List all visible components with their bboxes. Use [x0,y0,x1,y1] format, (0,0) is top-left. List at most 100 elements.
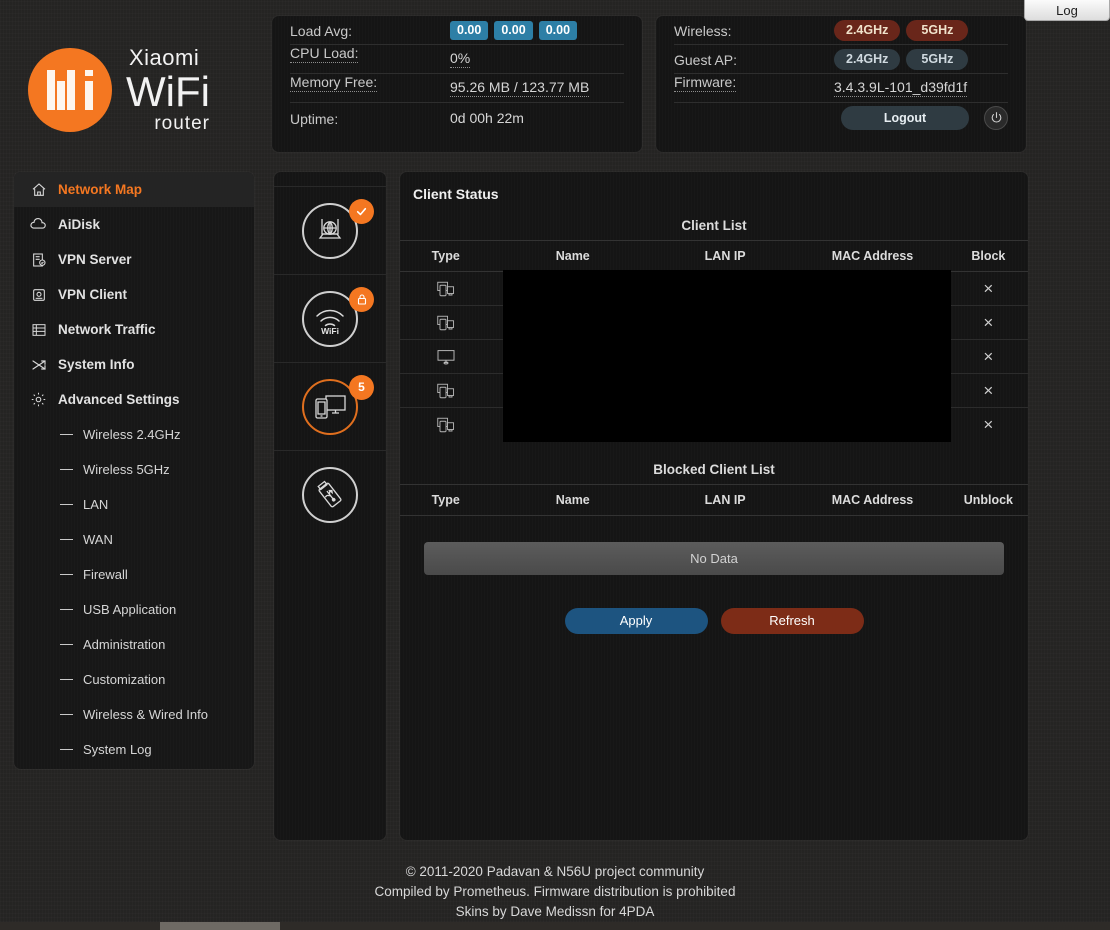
sidebar-subitem-usb-application[interactable]: USB Application [14,592,254,627]
sidebar-subitem-wireless-wired-info[interactable]: Wireless & Wired Info [14,697,254,732]
status-row-load-avg: Load Avg: 0.00 0.00 0.00 [290,16,624,45]
block-client-button[interactable]: × [948,271,1028,306]
sidebar-subitem-label: Wireless 5GHz [83,462,170,477]
wireless-band-5[interactable]: 5GHz [906,19,969,41]
status-row-uptime: Uptime: 0d 00h 22m [290,103,624,132]
table-header-row: Type Name LAN IP MAC Address Unblock [400,483,1028,516]
sidebar-subitem-firewall[interactable]: Firewall [14,557,254,592]
refresh-button[interactable]: Refresh [720,607,864,634]
guest-band-24[interactable]: 2.4GHz [834,48,901,70]
sidebar-item-vpn-server[interactable]: VPN Server [14,242,254,277]
client-list-title: Client List [681,218,747,233]
dash-icon [60,573,73,576]
table-header-row: Type Name LAN IP MAC Address Block [400,240,1028,272]
device-mobile-desktop-icon [400,315,491,331]
power-icon [991,112,1001,123]
sidebar-subitem-administration[interactable]: Administration [14,627,254,662]
scrollbar-thumb[interactable] [160,922,280,930]
cloud-icon [30,216,47,233]
footer-line-1: © 2011-2020 Padavan & N56U project commu… [405,864,705,879]
firmware-value: 3.4.3.9L-101_d39fd1f [834,79,968,97]
logout-button-label: Logout [883,110,927,125]
sidebar-subitem-customization[interactable]: Customization [14,662,254,697]
dash-icon [60,433,73,436]
sidebar-subitem-label: LAN [83,497,109,512]
cpu-load-value: 0% [450,50,471,68]
sidebar-subitem-label: Wireless & Wired Info [83,707,208,722]
col-header-unblock: Unblock [948,483,1028,516]
apply-button-label: Apply [619,613,653,628]
internet-globe-icon[interactable] [302,198,374,259]
sidebar-item-advanced-settings[interactable]: Advanced Settings [14,382,254,417]
sidebar-item-label: VPN Server [58,252,132,267]
sidebar-subitem-wireless-5[interactable]: Wireless 5GHz [14,452,254,487]
load-avg-chip-1: 0.00 [450,20,489,40]
network-map-clients-cell[interactable]: 5 [274,362,386,450]
dash-icon [60,713,73,716]
wifi-icon[interactable]: WiFi [302,286,374,347]
status-row-wireless: Wireless: 2.4GHz 5GHz [674,16,1008,45]
clients-count-badge: 5 [349,374,374,400]
log-button-label: Log [1056,2,1078,18]
clients-devices-icon[interactable]: 5 [302,374,374,435]
vpn-server-icon [30,251,47,268]
col-header-lan-ip: LAN IP [654,483,797,516]
sidebar-item-vpn-client[interactable]: VPN Client [14,277,254,312]
load-avg-label: Load Avg: [290,23,353,39]
sidebar-subitem-system-log[interactable]: System Log [14,732,254,767]
block-client-button[interactable]: × [949,408,1028,442]
footer-line-3: Skins by Dave Medissn for 4PDA [455,904,655,919]
device-mobile-desktop-icon [400,383,491,399]
sidebar-subitem-wan[interactable]: WAN [14,522,254,557]
wireless-band-24[interactable]: 2.4GHz [834,19,901,41]
sidebar-item-network-traffic[interactable]: Network Traffic [14,312,254,347]
svg-text:WiFi: WiFi [321,326,339,335]
guest-ap-label: Guest AP: [674,52,738,68]
wireless-status-panel: Wireless: 2.4GHz 5GHz Guest AP: 2.4GHz 5… [656,16,1026,152]
refresh-button-label: Refresh [769,613,815,628]
wifi-security-badge [349,286,374,312]
vpn-client-icon [30,286,47,303]
sidebar-item-aidisk[interactable]: AiDisk [14,207,254,242]
sidebar-item-label: Network Traffic [58,322,156,337]
network-map-wifi-cell[interactable]: WiFi [274,274,386,362]
apply-button[interactable]: Apply [564,607,708,634]
col-header-name: Name [491,483,655,516]
usb-device-icon[interactable] [302,466,358,523]
sidebar-item-system-info[interactable]: System Info [14,347,254,382]
status-row-actions: Logout [674,103,1008,132]
sidebar-subitem-lan[interactable]: LAN [14,487,254,522]
firmware-label: Firmware: [674,74,737,92]
guest-band-5[interactable]: 5GHz [906,48,969,70]
network-map-internet-cell[interactable] [274,186,386,274]
cell-type [400,373,492,408]
cell-type [400,408,491,442]
sidebar-subitem-label: Administration [83,637,166,652]
status-row-guest-ap: Guest AP: 2.4GHz 5GHz [674,45,1008,74]
page-title: Client Status [413,186,499,202]
horizontal-scrollbar[interactable] [0,922,1110,930]
no-data-banner: No Data [424,541,1004,575]
block-client-button[interactable]: × [948,373,1028,408]
brand-logo: Xiaomi WiFi router [28,30,258,150]
load-avg-chip-2: 0.00 [494,20,533,40]
status-row-memory-free: Memory Free: 95.26 MB / 123.77 MB [290,74,624,103]
dash-icon [60,503,73,506]
logout-button[interactable]: Logout [841,105,969,130]
col-header-mac: MAC Address [796,483,949,516]
block-client-button[interactable]: × [948,339,1028,374]
status-row-firmware: Firmware: 3.4.3.9L-101_d39fd1f [674,74,1008,103]
dash-icon [60,608,73,611]
lock-icon [357,293,366,305]
sidebar-subitem-wireless-24[interactable]: Wireless 2.4GHz [14,417,254,452]
sidebar-item-network-map[interactable]: Network Map [14,172,254,207]
cpu-load-label: CPU Load: [290,45,359,63]
device-mobile-desktop-icon [400,281,491,297]
power-button[interactable] [984,105,1008,130]
wireless-label: Wireless: [674,23,732,39]
network-map-usb-cell[interactable] [274,450,386,538]
load-avg-chip-3: 0.00 [538,20,578,40]
log-button[interactable]: Log [1024,0,1110,21]
block-client-button[interactable]: × [948,305,1028,340]
col-header-name: Name [491,240,655,272]
